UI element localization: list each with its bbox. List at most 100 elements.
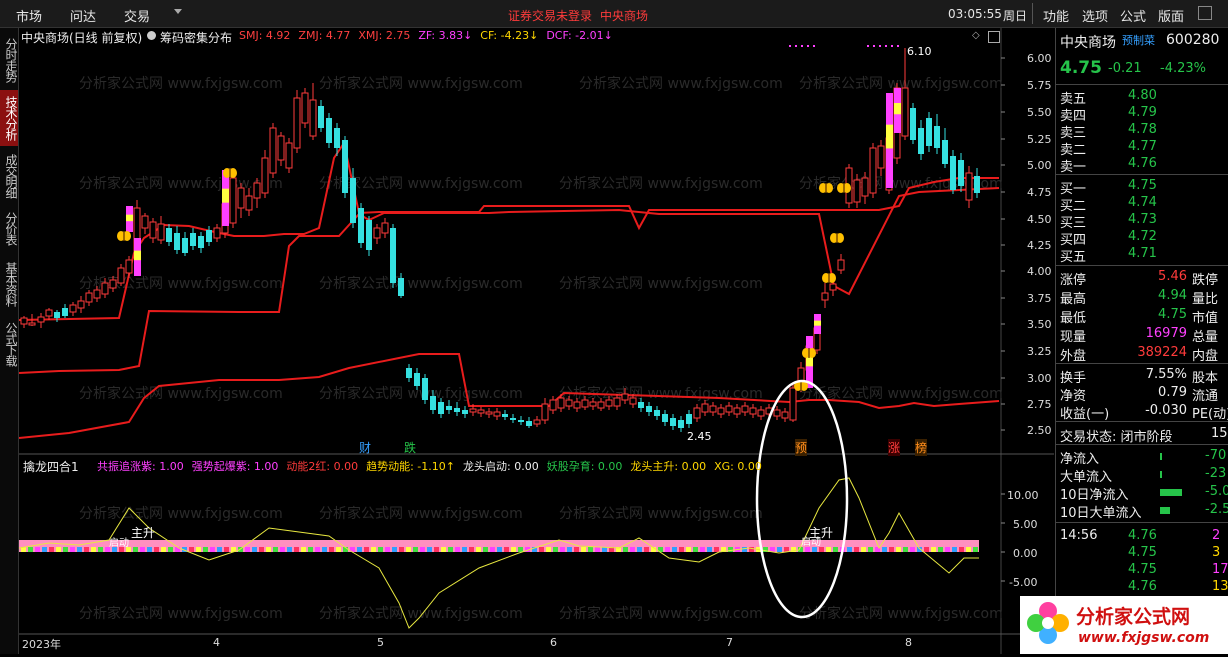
login-status[interactable]: 证券交易未登录 [508, 7, 592, 24]
event-finance[interactable]: 财 [359, 439, 371, 456]
menu-formula[interactable]: 公式 [1120, 6, 1146, 25]
event-forecast[interactable]: 预 [795, 439, 808, 456]
candle-down [446, 406, 452, 410]
candle-down [334, 128, 340, 148]
kline-chart-area[interactable]: 分析家公式网 www.fxjgsw.com 分析家公式网 www.fxjgsw.c… [18, 28, 1054, 654]
candle-down [318, 106, 324, 128]
quote-stock-name: 中央商场 [1060, 35, 1116, 51]
candle-up [549, 399, 557, 411]
watermark-text: 分析家公式网 www.fxjgsw.com [79, 385, 283, 402]
quote-concept-tag[interactable]: 预制菜 [1122, 32, 1155, 48]
signal-cell [826, 547, 831, 552]
settings-dot-icon[interactable] [147, 31, 156, 40]
top-dot [873, 45, 875, 47]
menu-layout[interactable]: 版面 [1158, 6, 1184, 25]
price-axis-label: 4.25 [1027, 239, 1052, 252]
menu-function[interactable]: 功能 [1043, 6, 1069, 25]
signal-cell [63, 547, 68, 552]
annotation-start-2: 启动 [801, 537, 821, 548]
candle-up [149, 221, 157, 239]
candle-up [469, 408, 477, 413]
maximize-icon[interactable] [988, 31, 1000, 43]
tab-price-table[interactable]: 分价表 [0, 206, 18, 250]
candle-up [45, 309, 53, 317]
stat2-row-label2: PE(动) [1192, 407, 1228, 422]
candle-up [589, 401, 597, 407]
top-dot [885, 45, 887, 47]
candle-down [342, 140, 348, 193]
tab-basic-info[interactable]: 基本资料 [0, 256, 18, 312]
menu-market[interactable]: 市场 [16, 6, 42, 25]
chevron-down-icon[interactable] [174, 9, 182, 14]
event-limit-up[interactable]: 涨 [888, 439, 901, 456]
signal-cell [378, 547, 383, 552]
high-price-label: 6.10 [907, 45, 932, 58]
sub-indicator-title[interactable]: 擒龙四合1 [23, 458, 79, 475]
stat-row-label2: 量比 [1192, 292, 1219, 307]
signal-cell [294, 547, 299, 552]
quote-price: 4.75 [1060, 58, 1102, 78]
watermark-text: 分析家公式网 www.fxjgsw.com [579, 75, 783, 92]
candle-down [350, 178, 356, 223]
ask-row-value: 4.76 [1128, 156, 1157, 171]
stat-row-label: 最高 [1060, 292, 1087, 307]
window-toggle-icon[interactable] [1198, 6, 1212, 20]
menu-options[interactable]: 选项 [1082, 6, 1108, 25]
signal-cell [889, 547, 894, 552]
flow-row: 10日大单流入 -2.5 [1060, 502, 1228, 521]
trade-state: 交易状态: 闭市阶段 [1060, 430, 1173, 445]
signal-cell [259, 547, 264, 552]
candle-up [717, 407, 725, 415]
top-dot [879, 45, 881, 47]
signal-cell [462, 547, 467, 552]
date-label-apr: 4 [213, 636, 220, 649]
date-label-2023: 2023年 [22, 638, 61, 651]
flow-row: 10日净流入 -5.0 [1060, 484, 1228, 503]
candle-down [942, 140, 948, 164]
signal-cell [35, 547, 40, 552]
indicator-name[interactable]: 筹码密集分布 [160, 29, 232, 46]
ask-row: 卖一 4.76 [1060, 156, 1226, 175]
candle-up [557, 397, 565, 409]
price-axis-label: 3.75 [1027, 292, 1052, 305]
signal-cell [868, 547, 873, 552]
menu-wenda[interactable]: 问达 [70, 6, 96, 25]
price-axis-label: 6.00 [1027, 52, 1052, 65]
menu-trade[interactable]: 交易 [124, 6, 150, 25]
flow-row-label: 10日大单流入 [1060, 506, 1142, 521]
candle-up [85, 292, 93, 303]
event-drop[interactable]: 跌 [404, 439, 416, 456]
chart-svg[interactable]: 分析家公式网 www.fxjgsw.com 分析家公式网 www.fxjgsw.c… [18, 28, 1054, 654]
signal-cell [630, 547, 635, 552]
watermark-text: 分析家公式网 www.fxjgsw.com [319, 75, 523, 92]
candle-up [20, 317, 28, 325]
butterfly-signal-icon [117, 231, 131, 241]
event-rank[interactable]: 榜 [915, 439, 928, 456]
candle-down [190, 233, 196, 246]
candle-up [573, 401, 581, 409]
tab-trade-detail[interactable]: 成交明细 [0, 148, 18, 204]
signal-cell [399, 547, 404, 552]
signal-cell [952, 547, 957, 552]
candle-up [101, 282, 109, 295]
date-label-jul: 7 [726, 636, 733, 649]
candle-down [462, 410, 468, 414]
signal-cell [427, 547, 432, 552]
signal-cell [196, 547, 201, 552]
tick-volume: 2 [1212, 528, 1221, 543]
candle-up [301, 92, 309, 124]
tab-intraday[interactable]: 分时走势 [0, 32, 18, 88]
candle-down [398, 278, 404, 296]
signal-cell [539, 547, 544, 552]
stat-row-label: 涨停 [1060, 273, 1087, 288]
watermark-text: 分析家公式网 www.fxjgsw.com [319, 385, 523, 402]
quote-panel: 中央商场 预制菜 600280 4.75 -0.21 -4.23% 交易状态: … [1020, 28, 1228, 654]
tick-volume: 13 [1212, 579, 1228, 594]
tick-row: 14:56 4.76 2 [1060, 528, 1226, 545]
tab-formula-download[interactable]: 公式下载 [0, 316, 18, 372]
flow-bar [1160, 471, 1162, 478]
signal-cell [273, 547, 278, 552]
tab-technical[interactable]: 技术分析 [0, 90, 18, 146]
candle-down [406, 368, 412, 378]
diamond-icon[interactable]: ◇ [972, 30, 980, 41]
